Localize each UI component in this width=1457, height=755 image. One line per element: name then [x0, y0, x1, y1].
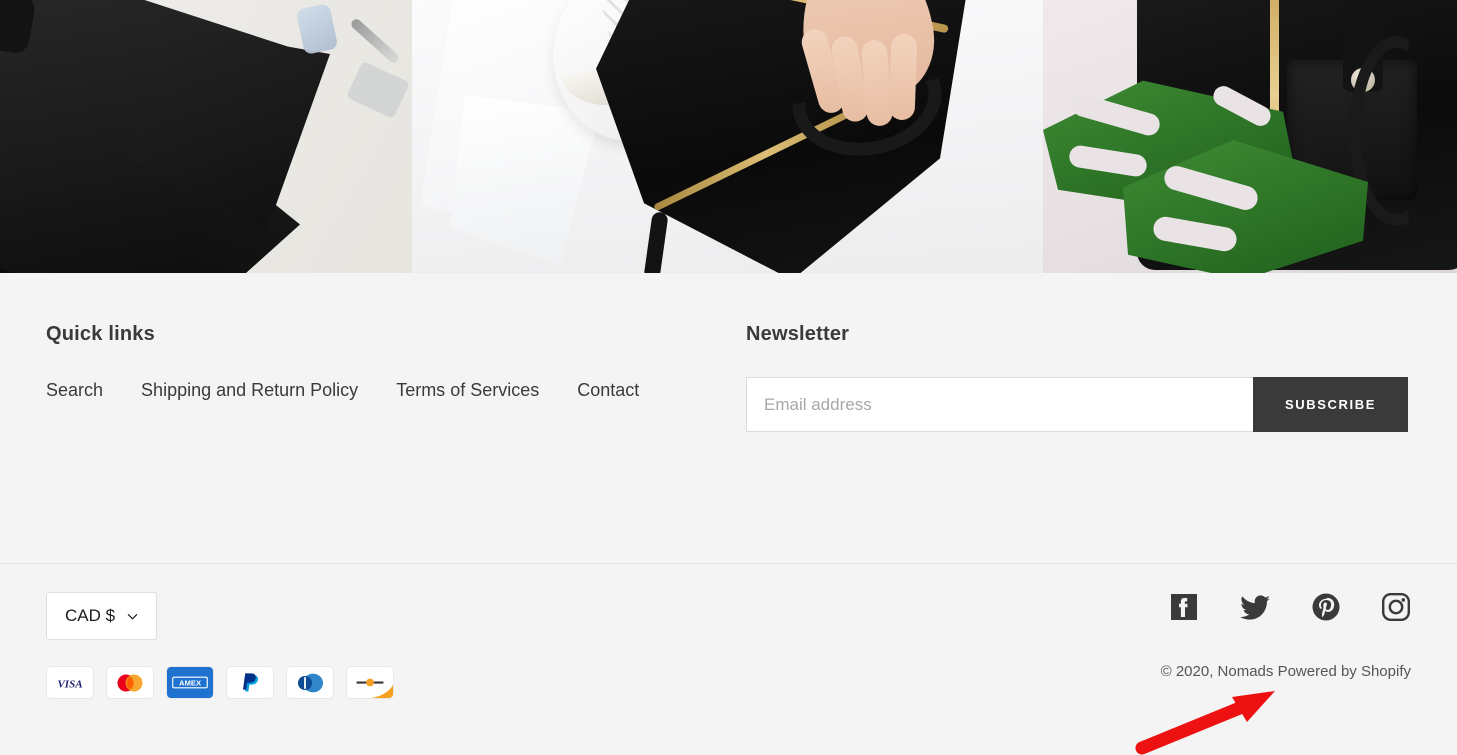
payment-methods-list: VISA AMEX	[46, 666, 394, 699]
gallery-image-3[interactable]	[1043, 0, 1457, 273]
quick-links-column: Quick links Search Shipping and Return P…	[46, 323, 746, 432]
facebook-link[interactable]	[1169, 592, 1199, 627]
image-gallery-strip	[0, 0, 1457, 273]
pinterest-link[interactable]	[1311, 592, 1341, 627]
quick-link-search[interactable]: Search	[46, 380, 103, 401]
facebook-icon	[1171, 594, 1197, 620]
pinterest-icon	[1312, 593, 1340, 621]
footer-bottom-left: CAD $ VISA AMEX	[46, 592, 394, 699]
footer-bottom-section: CAD $ VISA AMEX © 2020, Nomads Powered b…	[0, 564, 1457, 755]
powered-by-shopify-link[interactable]: Powered by Shopify	[1278, 663, 1411, 680]
copyright-text: © 2020, Nomads Powered by Shopify	[1161, 663, 1411, 680]
finger-shape	[888, 33, 918, 121]
quick-link-shipping-and-return-policy[interactable]: Shipping and Return Policy	[141, 380, 358, 401]
quick-link-terms-of-services[interactable]: Terms of Services	[396, 380, 539, 401]
instagram-link[interactable]	[1381, 592, 1411, 627]
chevron-down-icon	[127, 613, 138, 619]
twitter-icon	[1240, 595, 1270, 620]
site-footer: Quick links Search Shipping and Return P…	[0, 273, 1457, 755]
instagram-icon	[1382, 593, 1411, 622]
social-links-list	[1161, 592, 1411, 627]
subscribe-button[interactable]: SUBSCRIBE	[1253, 377, 1408, 432]
shop-name-link[interactable]: Nomads	[1218, 663, 1274, 680]
gallery-image-2[interactable]	[412, 0, 1043, 273]
quick-links-list: Search Shipping and Return Policy Terms …	[46, 380, 746, 401]
footer-bottom-right: © 2020, Nomads Powered by Shopify	[1161, 592, 1411, 680]
quick-links-title: Quick links	[46, 323, 155, 345]
currency-selector[interactable]: CAD $	[46, 592, 158, 640]
gallery-image-1[interactable]	[0, 0, 412, 273]
newsletter-title: Newsletter	[746, 323, 850, 345]
twitter-link[interactable]	[1239, 592, 1271, 627]
email-input[interactable]	[746, 377, 1253, 432]
copyright-year: © 2020,	[1160, 663, 1214, 680]
newsletter-form: SUBSCRIBE	[746, 377, 1408, 432]
svg-text:AMEX: AMEX	[179, 678, 202, 687]
payment-icon-mastercard	[106, 666, 154, 699]
payment-icon-amex: AMEX	[166, 666, 214, 699]
svg-text:VISA: VISA	[57, 678, 82, 690]
quick-link-contact[interactable]: Contact	[577, 380, 639, 401]
payment-icon-visa: VISA	[46, 666, 94, 699]
payment-icon-discover	[346, 666, 394, 699]
newsletter-column: Newsletter SUBSCRIBE	[746, 323, 1411, 432]
payment-icon-paypal	[226, 666, 274, 699]
payment-icon-diners-club	[286, 666, 334, 699]
footer-top-section: Quick links Search Shipping and Return P…	[0, 273, 1457, 432]
currency-selected-label: CAD $	[65, 606, 116, 625]
page-root: Quick links Search Shipping and Return P…	[0, 0, 1457, 755]
